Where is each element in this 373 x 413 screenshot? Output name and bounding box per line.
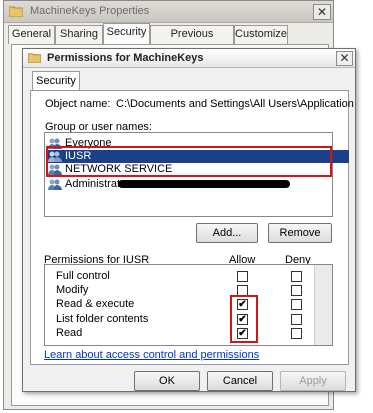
permission-list-folder-contents: List folder contents <box>56 313 149 325</box>
tab-security[interactable]: Security <box>103 23 150 45</box>
properties-title: MachineKeys Properties <box>30 5 150 17</box>
deny-checkbox-read-execute[interactable] <box>291 299 302 310</box>
permission-read-execute: Read & execute <box>56 298 135 310</box>
user-group-icon <box>48 179 62 190</box>
allow-checkbox-full-control[interactable] <box>237 271 248 282</box>
close-icon[interactable]: ✕ <box>336 51 353 66</box>
add-button[interactable]: Add... <box>196 223 258 243</box>
highlight-box-allow <box>230 295 258 343</box>
properties-title-bar[interactable]: MachineKeys Properties ✕ <box>4 1 333 23</box>
tab-general[interactable]: General <box>8 25 55 44</box>
folder-icon <box>28 53 41 63</box>
tab-previous-versions[interactable]: Previous Versions <box>150 25 234 57</box>
tab-security[interactable]: Security <box>32 71 80 91</box>
object-name-value: C:\Documents and Settings\All Users\Appl… <box>116 98 354 110</box>
tab-customize[interactable]: Customize <box>234 25 288 44</box>
permissions-scrollbar[interactable] <box>314 265 332 345</box>
folder-icon <box>9 6 23 17</box>
deny-checkbox-full-control[interactable] <box>291 271 302 282</box>
deny-checkbox-list-folder-contents[interactable] <box>291 314 302 325</box>
remove-button[interactable]: Remove <box>268 223 332 243</box>
cancel-button[interactable]: Cancel <box>207 371 273 391</box>
help-link[interactable]: Learn about access control and permissio… <box>44 349 259 361</box>
permission-full-control: Full control <box>56 270 110 282</box>
permission-modify: Modify <box>56 284 89 296</box>
tab-sharing[interactable]: Sharing <box>55 25 103 44</box>
deny-checkbox-modify[interactable] <box>291 285 302 296</box>
highlight-box-groups <box>46 146 332 177</box>
redacted-scribble <box>118 180 290 188</box>
close-icon[interactable]: ✕ <box>313 4 331 20</box>
ok-button[interactable]: OK <box>134 371 200 391</box>
permission-read: Read <box>56 327 83 339</box>
apply-button[interactable]: Apply <box>280 371 346 391</box>
permissions-title: Permissions for MachineKeys <box>47 52 204 64</box>
object-name-label: Object name: <box>45 98 111 110</box>
permissions-title-bar[interactable]: Permissions for MachineKeys ✕ <box>23 49 355 68</box>
deny-checkbox-read[interactable] <box>291 328 302 339</box>
